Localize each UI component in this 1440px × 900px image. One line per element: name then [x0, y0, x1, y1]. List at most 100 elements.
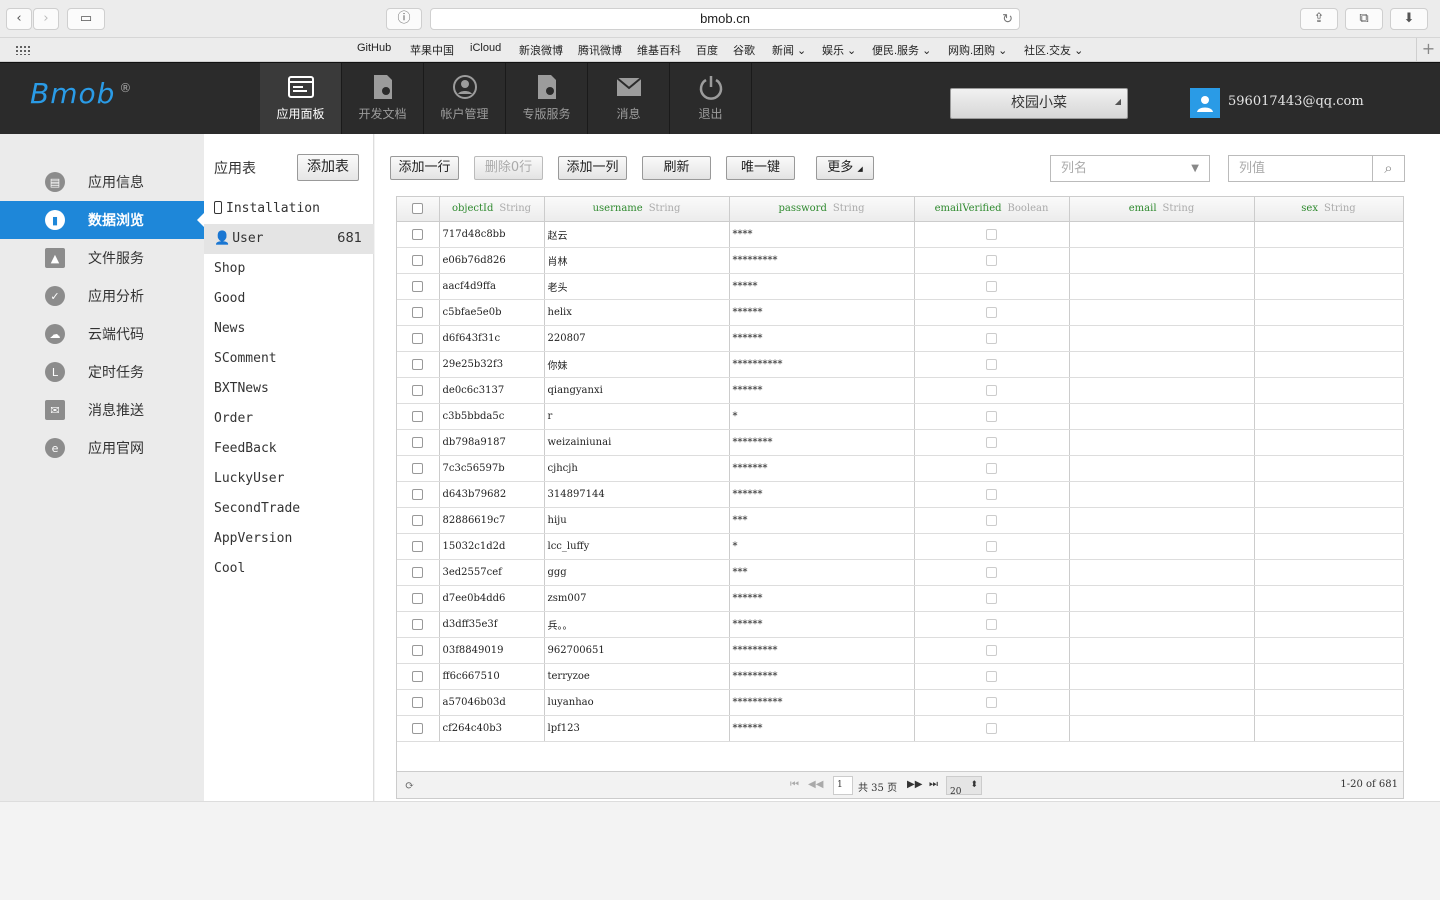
cell-email[interactable] [1069, 455, 1255, 482]
table-row[interactable]: aacf4d9ffa 老头 ***** [397, 273, 1404, 300]
prev-page-icon[interactable]: ◀◀ [808, 779, 823, 790]
email-verified-checkbox[interactable] [986, 670, 997, 682]
cell-sex[interactable] [1254, 689, 1404, 716]
email-verified-checkbox[interactable] [986, 566, 997, 578]
cell-username[interactable]: luyanhao [544, 689, 730, 716]
cell-username[interactable]: 赵云 [544, 221, 730, 248]
search-icon[interactable]: ⌕ [1372, 156, 1404, 181]
cell-objectid[interactable]: e06b76d826 [439, 247, 545, 274]
reload-icon[interactable]: ↻ [1002, 9, 1013, 29]
bookmark-news[interactable]: 新闻 ⌄ [772, 42, 806, 58]
column-header-username[interactable]: username String [544, 197, 730, 222]
email-verified-checkbox[interactable] [986, 436, 997, 448]
nav-premium[interactable]: 专版服务 [506, 63, 588, 134]
more-button[interactable]: 更多 ◢ [816, 156, 874, 180]
email-verified-checkbox[interactable] [986, 618, 997, 630]
cell-email[interactable] [1069, 247, 1255, 274]
new-tab-button[interactable]: + [1416, 38, 1440, 62]
cell-email[interactable] [1069, 585, 1255, 612]
email-verified-checkbox[interactable] [986, 540, 997, 552]
cell-password[interactable]: ********** [729, 689, 915, 716]
cell-objectid[interactable]: 717d48c8bb [439, 221, 545, 248]
cell-objectid[interactable]: c3b5bbda5c [439, 403, 545, 430]
column-header-objectid[interactable]: objectId String [439, 197, 545, 222]
cell-sex[interactable] [1254, 559, 1404, 586]
cell-email[interactable] [1069, 689, 1255, 716]
cell-sex[interactable] [1254, 273, 1404, 300]
cell-username[interactable]: 962700651 [544, 637, 730, 664]
select-all-checkbox[interactable] [412, 203, 424, 215]
add-table-button[interactable]: 添加表 [297, 154, 359, 181]
cell-sex[interactable] [1254, 481, 1404, 508]
row-checkbox[interactable] [412, 488, 424, 500]
sidebar-toggle-button[interactable]: ▭ [67, 8, 105, 30]
cell-objectid[interactable]: cf264c40b3 [439, 715, 545, 742]
cell-password[interactable]: ********** [729, 351, 915, 378]
email-verified-checkbox[interactable] [986, 722, 997, 734]
cell-password[interactable]: ********* [729, 247, 915, 274]
cell-sex[interactable] [1254, 247, 1404, 274]
email-verified-checkbox[interactable] [986, 254, 997, 266]
cell-email[interactable] [1069, 273, 1255, 300]
cell-password[interactable]: ***** [729, 273, 915, 300]
cell-email[interactable] [1069, 299, 1255, 326]
row-checkbox[interactable] [412, 540, 424, 552]
cell-email[interactable] [1069, 715, 1255, 742]
column-header-password[interactable]: password String [729, 197, 915, 222]
bookmark-community[interactable]: 社区.交友 ⌄ [1024, 42, 1083, 58]
page-size-select[interactable]: 20 ⬍ [946, 776, 982, 797]
row-checkbox[interactable] [412, 436, 424, 448]
apps-grid-icon[interactable] [15, 45, 31, 55]
bookmark-wikipedia[interactable]: 维基百科 [637, 42, 681, 58]
table-row[interactable]: 82886619c7 hiju *** [397, 507, 1404, 534]
row-checkbox[interactable] [412, 514, 424, 526]
cell-password[interactable]: ****** [729, 611, 915, 638]
cell-username[interactable]: qiangyanxi [544, 377, 730, 404]
table-row[interactable]: db798a9187 weizainiunai ******** [397, 429, 1404, 456]
bookmark-apple-china[interactable]: 苹果中国 [410, 42, 454, 58]
cell-sex[interactable] [1254, 533, 1404, 560]
email-verified-checkbox[interactable] [986, 358, 997, 370]
table-row[interactable]: 03f8849019 962700651 ********* [397, 637, 1404, 664]
email-verified-checkbox[interactable] [986, 306, 997, 318]
sidebar-item-website[interactable]: e 应用官网 [0, 429, 204, 467]
cell-username[interactable]: weizainiunai [544, 429, 730, 456]
table-row[interactable]: 29e25b32f3 你妹 ********** [397, 351, 1404, 378]
row-checkbox[interactable] [412, 722, 424, 734]
email-verified-checkbox[interactable] [986, 644, 997, 656]
cell-password[interactable]: ****** [729, 715, 915, 742]
page-number-input[interactable]: 1 [833, 776, 853, 795]
row-checkbox[interactable] [412, 384, 424, 396]
cell-sex[interactable] [1254, 429, 1404, 456]
cell-password[interactable]: ********* [729, 637, 915, 664]
email-verified-checkbox[interactable] [986, 514, 997, 526]
cell-username[interactable]: terryzoe [544, 663, 730, 690]
cell-email[interactable] [1069, 481, 1255, 508]
table-item-good[interactable]: Good [204, 284, 374, 314]
cell-objectid[interactable]: d643b79682 [439, 481, 545, 508]
cell-username[interactable]: lcc_luffy [544, 533, 730, 560]
cell-email[interactable] [1069, 325, 1255, 352]
table-item-feedback[interactable]: FeedBack [204, 434, 374, 464]
cell-email[interactable] [1069, 429, 1255, 456]
cell-objectid[interactable]: d3dff35e3f [439, 611, 545, 638]
cell-objectid[interactable]: 15032c1d2d [439, 533, 545, 560]
cell-objectid[interactable]: 03f8849019 [439, 637, 545, 664]
sidebar-item-push[interactable]: ✉ 消息推送 [0, 391, 204, 429]
cell-sex[interactable] [1254, 403, 1404, 430]
bookmark-entertainment[interactable]: 娱乐 ⌄ [822, 42, 856, 58]
forward-button[interactable]: › [33, 8, 59, 30]
cell-username[interactable]: 肖林 [544, 247, 730, 274]
email-verified-checkbox[interactable] [986, 462, 997, 474]
cell-password[interactable]: ****** [729, 325, 915, 352]
column-header-emailverified[interactable]: emailVerified Boolean [914, 197, 1070, 222]
table-item-appversion[interactable]: AppVersion [204, 524, 374, 554]
app-selector[interactable]: 校园小菜 ◢ [950, 88, 1128, 119]
downloads-button[interactable]: ⬇ [1390, 8, 1428, 30]
row-checkbox[interactable] [412, 332, 424, 344]
cell-objectid[interactable]: db798a9187 [439, 429, 545, 456]
row-checkbox[interactable] [412, 618, 424, 630]
cell-objectid[interactable]: c5bfae5e0b [439, 299, 545, 326]
cell-password[interactable]: **** [729, 221, 915, 248]
cell-username[interactable]: 314897144 [544, 481, 730, 508]
